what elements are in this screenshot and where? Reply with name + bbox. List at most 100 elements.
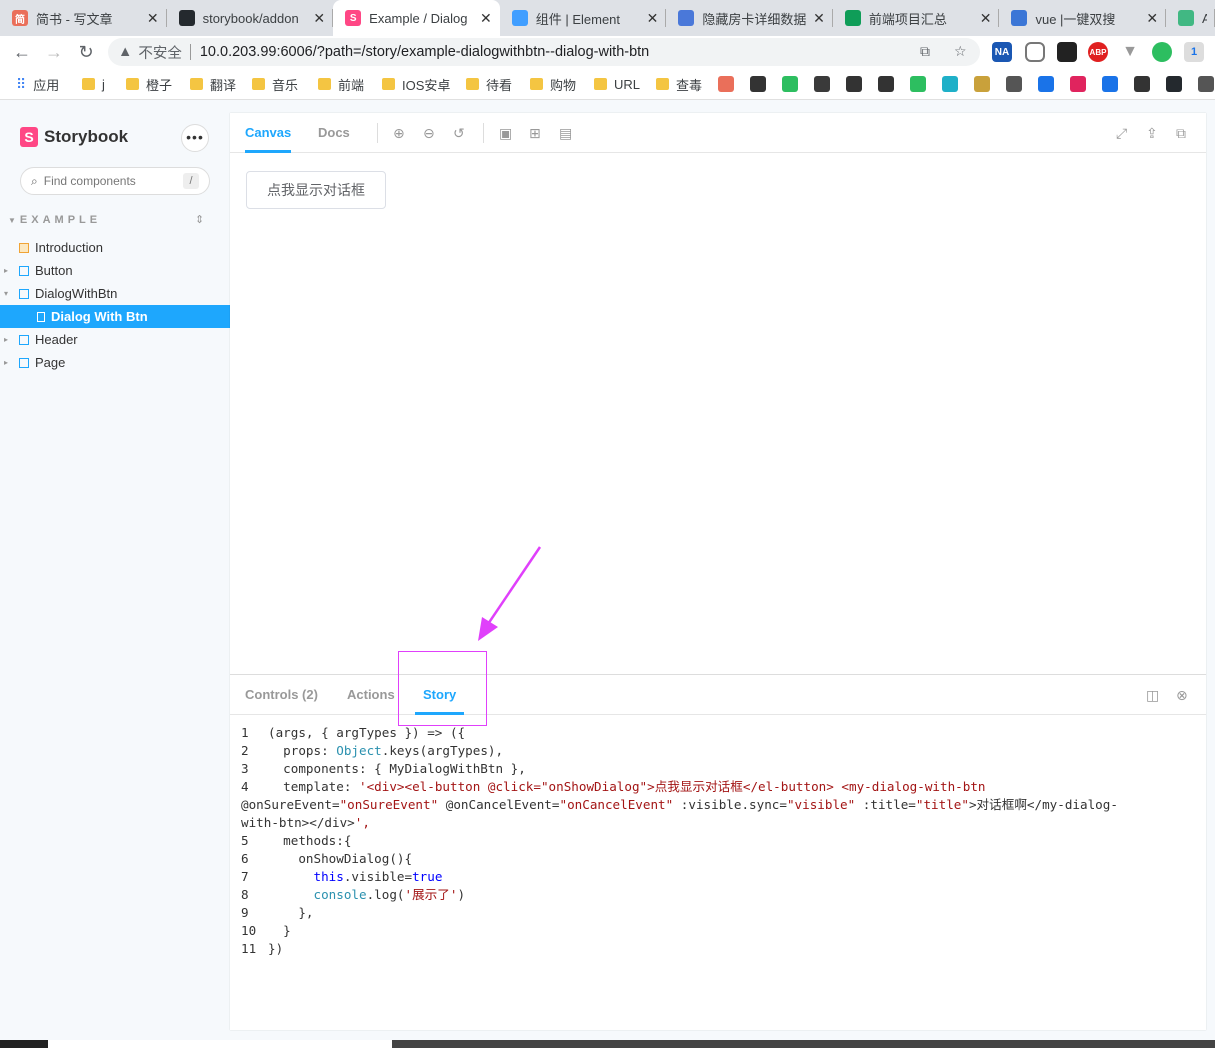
close-tab-icon[interactable]: ✕ — [1146, 10, 1158, 27]
sidebar-item-button[interactable]: ▸ Button — [0, 259, 230, 282]
viewport-icon[interactable]: ▤ — [559, 125, 572, 142]
more-options-button[interactable]: ••• — [181, 124, 209, 152]
sidebar-item-introduction[interactable]: Introduction — [0, 236, 230, 259]
browser-tab[interactable]: 组件 | Element ✕ — [500, 0, 667, 36]
browser-tab[interactable]: S Example / Dialog ✕ — [333, 0, 500, 36]
address-bar[interactable]: ▲ 不安全 10.0.203.99:6006/?path=/story/exam… — [108, 38, 980, 66]
line-number: 11 — [241, 941, 257, 956]
code-text: (args, { argTypes }) => ({ — [268, 725, 466, 740]
bookmark-favicon-icon[interactable] — [1198, 76, 1214, 92]
bookmark-item[interactable]: ⠿ 应用 — [16, 68, 59, 100]
tab-actions[interactable]: Actions — [347, 675, 395, 715]
sidebar-item-dialog-with-btn[interactable]: Dialog With Btn — [0, 305, 230, 328]
bookmark-favicon-icon[interactable] — [1038, 76, 1054, 92]
sidebar-item-dialogwithbtn[interactable]: ▾ DialogWithBtn — [0, 282, 230, 305]
bookmark-favicon-icon[interactable] — [1070, 76, 1086, 92]
tab-title: storybook/addon — [202, 10, 299, 26]
evernote-icon[interactable] — [1152, 42, 1172, 62]
element-icon — [511, 10, 528, 26]
bookmark-item[interactable]: 待看 — [466, 68, 512, 100]
zoom-in-icon[interactable]: ⊕ — [393, 125, 405, 142]
tab-controls[interactable]: Controls (2) — [245, 675, 318, 715]
grid-icon[interactable]: ⊞ — [529, 125, 541, 142]
bookmark-favicon-icon[interactable] — [846, 76, 862, 92]
bookmark-favicon-icon[interactable] — [1102, 76, 1118, 92]
panel-orientation-icon[interactable]: ◫ — [1146, 687, 1159, 704]
bookmark-item[interactable]: 翻译 — [190, 68, 236, 100]
bookmark-item[interactable]: IOS安卓 — [382, 68, 450, 100]
bookmark-favicon-icon[interactable] — [1166, 76, 1182, 92]
bookmark-item[interactable]: 查毒 — [656, 68, 702, 100]
extension-icon[interactable]: 1 — [1184, 42, 1204, 62]
bookmark-favicon-icon[interactable] — [750, 76, 766, 92]
bookmark-favicon-icon[interactable] — [878, 76, 894, 92]
vue-icon — [1178, 10, 1195, 26]
bookmark-favicon-icon[interactable] — [782, 76, 798, 92]
bookmark-item[interactable]: j — [82, 68, 105, 100]
bookmark-favicon-icon[interactable] — [1006, 76, 1022, 92]
search-icon — [1011, 10, 1028, 26]
share-icon[interactable]: ⇪ — [1146, 125, 1158, 142]
tab-canvas[interactable]: Canvas — [245, 113, 292, 153]
extension-icon[interactable] — [1057, 42, 1077, 62]
bookmark-favicon-icon[interactable] — [974, 76, 990, 92]
divider — [377, 123, 378, 143]
code-text: onShowDialog(){ — [268, 851, 413, 866]
close-tab-icon[interactable]: ✕ — [147, 10, 159, 27]
fullscreen-icon[interactable]: ⤢ — [1116, 125, 1127, 142]
code-line: 3 components: { MyDialogWithBtn }, — [230, 760, 1206, 778]
close-tab-icon[interactable]: ✕ — [980, 10, 992, 27]
search-icon: ⌕ — [31, 173, 38, 188]
sidebar-item-header[interactable]: ▸ Header — [0, 328, 230, 351]
close-tab-icon[interactable]: ✕ — [647, 10, 659, 27]
reload-icon[interactable]: ↻ — [70, 42, 102, 63]
zoom-out-icon[interactable]: ⊖ — [423, 125, 435, 142]
bookmark-favicon-icon[interactable] — [942, 76, 958, 92]
bookmark-item[interactable]: 橙子 — [126, 68, 172, 100]
browser-tab[interactable]: 简简书 - 写文章 ✕ — [0, 0, 167, 36]
close-tab-icon[interactable]: ✕ — [480, 10, 492, 27]
background-icon[interactable]: ▣ — [499, 125, 512, 142]
bookmark-item[interactable]: URL — [594, 68, 640, 100]
bookmark-item[interactable]: 前端 — [318, 68, 364, 100]
extension-icon[interactable]: ▼ — [1120, 42, 1140, 62]
adblock-icon[interactable]: ABP — [1088, 42, 1108, 62]
copy-link-icon[interactable]: ⧉ — [1176, 125, 1186, 142]
tab-docs[interactable]: Docs — [318, 113, 350, 153]
zoom-reset-icon[interactable]: ↺ — [453, 125, 465, 142]
pocket-icon[interactable] — [1025, 42, 1045, 62]
tab-title: 组件 | Element — [535, 11, 621, 27]
bookmark-star-icon[interactable]: ☆ — [954, 43, 967, 60]
search-box[interactable]: ⌕ / — [20, 167, 210, 195]
sidebar-item-page[interactable]: ▸ Page — [0, 351, 230, 374]
close-panel-icon[interactable]: ⊗ — [1176, 687, 1188, 704]
bookmark-item[interactable]: 购物 — [530, 68, 576, 100]
bookmark-favicon-icon[interactable] — [1134, 76, 1150, 92]
bookmark-label: 前端 — [338, 77, 365, 93]
browser-tab[interactable]: 隐藏房卡详细数据 ✕ — [666, 0, 833, 36]
expand-collapse-icon[interactable]: ⇕ — [195, 213, 204, 226]
browser-tab[interactable]: vue |一键双搜 ✕ — [999, 0, 1167, 36]
component-icon — [19, 265, 29, 276]
forward-icon[interactable]: → — [38, 42, 70, 63]
bookmark-favicon-icon[interactable] — [718, 76, 734, 92]
browser-tab[interactable]: 前端项目汇总 ✕ — [833, 0, 1000, 36]
code-line: 6 onShowDialog(){ — [230, 850, 1206, 868]
show-dialog-button[interactable]: 点我显示对话框 — [246, 171, 386, 209]
close-tab-icon[interactable]: ✕ — [313, 10, 325, 27]
code-text: this.visible=true — [313, 869, 443, 884]
search-input[interactable] — [43, 174, 174, 188]
close-tab-icon[interactable]: ✕ — [813, 10, 825, 27]
extension-icon[interactable]: NA — [992, 42, 1012, 62]
storybook-logo[interactable]: S Storybook — [20, 127, 128, 147]
browser-tab[interactable]: storybook/addon ✕ — [167, 0, 334, 36]
bookmark-label: 查毒 — [676, 77, 703, 93]
back-icon[interactable]: ← — [6, 42, 38, 63]
bookmarks-bar: ⠿ 应用 j 橙子 翻译 音乐 前端 IOS安卓 待看 购物 URL 查毒 — [0, 68, 1215, 100]
bookmark-favicon-icon[interactable] — [814, 76, 830, 92]
translate-icon[interactable]: ⧉ — [920, 43, 930, 60]
section-header[interactable]: ▼ EXAMPLE — [8, 214, 101, 226]
browser-tab[interactable]: AP — [1166, 0, 1215, 36]
bookmark-favicon-icon[interactable] — [910, 76, 926, 92]
bookmark-item[interactable]: 音乐 — [252, 68, 298, 100]
